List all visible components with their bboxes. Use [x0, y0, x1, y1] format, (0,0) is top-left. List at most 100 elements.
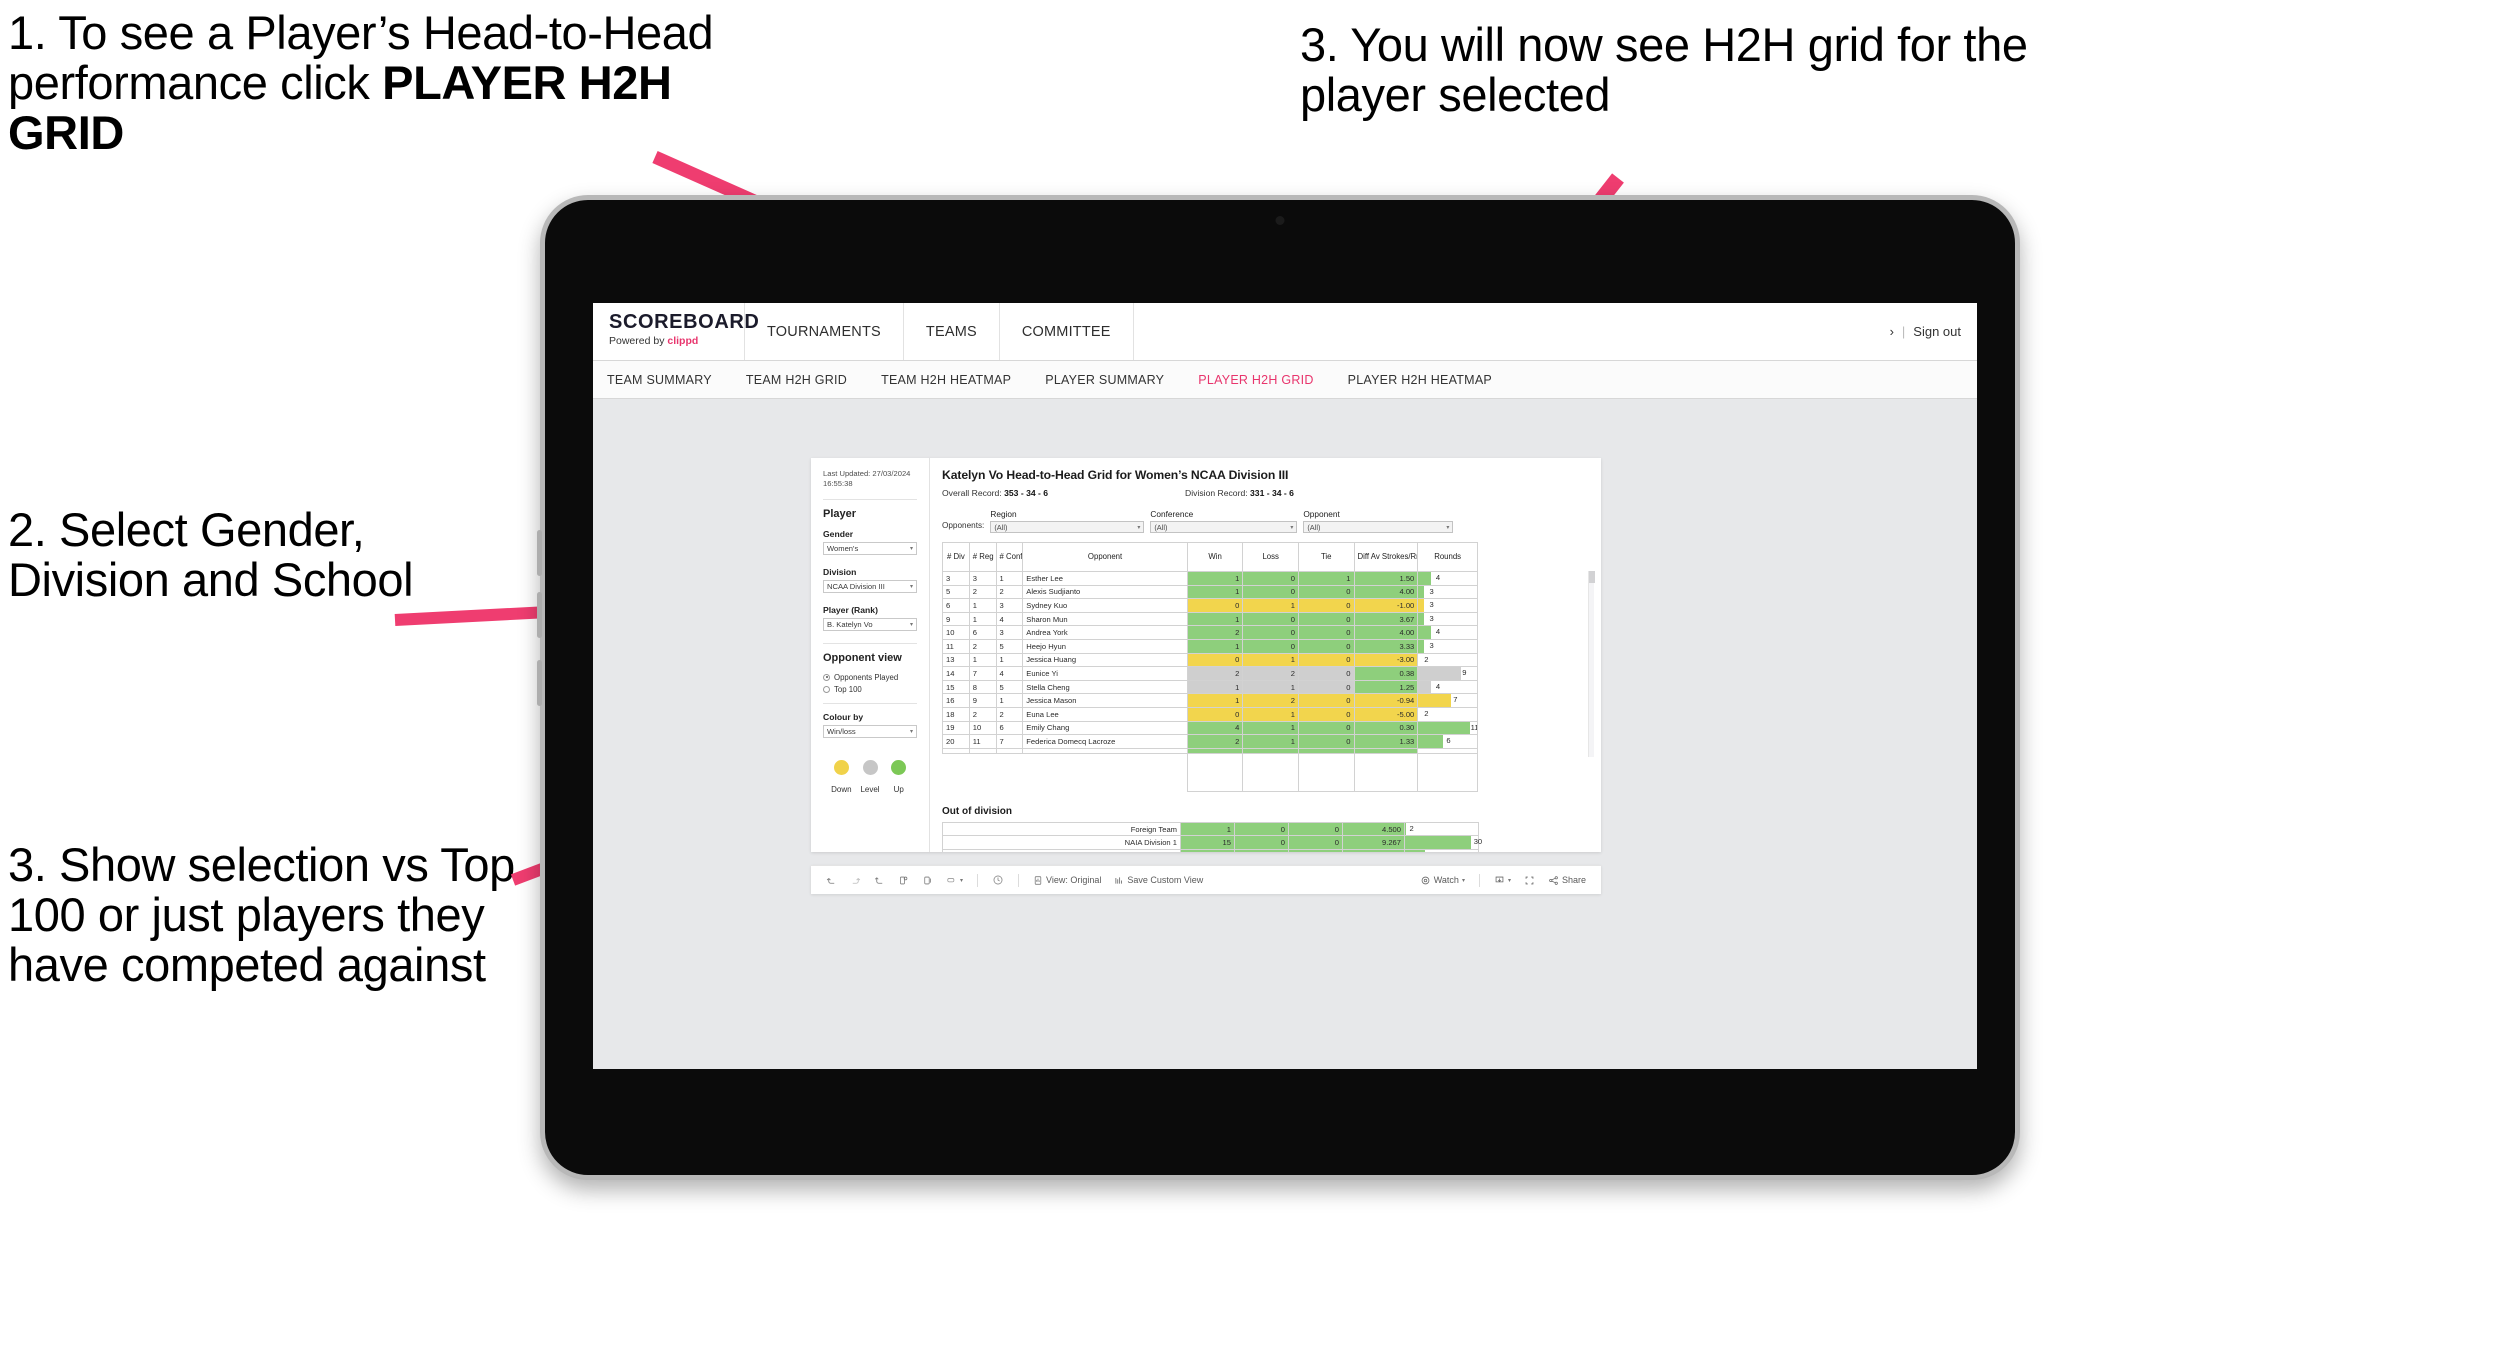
cell-tie: 0 — [1288, 848, 1343, 852]
topnav-item-teams[interactable]: TEAMS — [904, 303, 1000, 360]
undo-button[interactable] — [821, 875, 842, 886]
cell-reg: 2 — [968, 638, 997, 654]
save-custom-view-button[interactable]: Save Custom View — [1109, 875, 1208, 886]
table-row[interactable]: 16 9 1 Jessica Mason 1 2 0 -0.94 7 — [942, 693, 1478, 708]
out-of-division-row[interactable]: Foreign Team 1 0 0 4.500 2 — [942, 821, 1479, 837]
user-menu-chevron[interactable]: › — [1890, 324, 1894, 339]
col-header-div[interactable]: # Div — [942, 542, 970, 572]
colour-by-label: Colour by — [823, 711, 864, 722]
col-label-tie: Tie — [1320, 551, 1332, 561]
volume-up-button[interactable] — [537, 530, 542, 576]
opponent-filter: Opponent (All) ▾ — [1303, 509, 1454, 533]
refresh-button[interactable] — [893, 875, 914, 886]
opponent-filter-value: (All) — [1307, 522, 1321, 532]
highlight-button[interactable]: ▾ — [941, 875, 968, 886]
col-header-tie[interactable]: Tie — [1297, 542, 1355, 572]
gender-label: Gender — [823, 528, 854, 539]
col-header-conf[interactable]: # Conf — [995, 542, 1024, 572]
cell-div: 13 — [942, 652, 970, 668]
tab-team-h2h-grid[interactable]: TEAM H2H GRID — [746, 373, 867, 387]
table-row[interactable]: 14 7 4 Eunice Yi 2 2 0 0.38 9 — [942, 666, 1478, 681]
topnav-item-tournaments[interactable]: TOURNAMENTS — [745, 303, 904, 360]
radio-opponents-played[interactable]: Opponents Played — [823, 673, 917, 682]
presentation-mode-button[interactable] — [987, 874, 1009, 886]
col-header-opponent[interactable]: Opponent — [1022, 542, 1188, 572]
h2h-table-head: # Div # Reg # Conf Opponent Win Loss Tie… — [942, 542, 1478, 572]
pause-button[interactable] — [917, 875, 938, 886]
h2h-table: # Div # Reg # Conf Opponent Win Loss Tie… — [942, 542, 1478, 792]
table-row[interactable]: 18 2 2 Euna Lee 0 1 0 -5.00 2 — [942, 706, 1478, 722]
tab-player-summary[interactable]: PLAYER SUMMARY — [1045, 373, 1184, 387]
cell-div: 18 — [942, 706, 970, 722]
overall-record-label: Overall Record: — [942, 488, 1002, 498]
col-header-reg[interactable]: # Reg — [968, 542, 997, 572]
col-header-win[interactable]: Win — [1186, 542, 1244, 572]
col-header-diff[interactable]: Diff Av Strokes/Rnd — [1353, 542, 1419, 572]
table-row[interactable]: 5 2 2 Alexis Sudjianto 1 0 0 4.00 3 — [942, 584, 1478, 600]
tab-player-h2h-grid[interactable]: PLAYER H2H GRID — [1198, 373, 1333, 387]
cell-opponent: Jessica Huang — [1022, 652, 1188, 668]
annotation-2: 2. Select Gender, Division and School — [8, 503, 414, 606]
table-row[interactable]: 13 1 1 Jessica Huang 0 1 0 -3.00 2 — [942, 652, 1478, 668]
tab-player-h2h-heatmap[interactable]: PLAYER H2H HEATMAP — [1348, 373, 1512, 387]
power-button[interactable] — [537, 660, 542, 706]
region-filter: Region (All) ▾ — [990, 509, 1145, 533]
opponent-filter-select[interactable]: (All) ▾ — [1303, 521, 1454, 533]
table-row[interactable]: 10 6 3 Andrea York 2 0 0 4.00 4 — [942, 625, 1478, 640]
table-row[interactable]: 19106Emily Chang4100.3011 — [942, 720, 1478, 736]
view-original-button[interactable]: View: Original — [1028, 875, 1106, 886]
cell-loss: 0 — [1234, 821, 1289, 837]
opponent-filters: Opponents: Region (All) ▾ Conference (Al… — [942, 509, 1589, 533]
table-row[interactable]: 11 2 5 Heejo Hyun 1 0 0 3.33 3 — [942, 638, 1478, 654]
radio-top-100[interactable]: Top 100 — [823, 685, 917, 694]
watch-button[interactable]: Watch ▾ — [1415, 875, 1470, 886]
cell-loss: 2 — [1242, 666, 1299, 681]
table-vertical-scrollbar[interactable] — [1588, 571, 1595, 757]
out-of-division-row[interactable]: NAIA Division 1 15 0 0 9.267 30 — [942, 835, 1482, 850]
table-row[interactable]: 9 1 4 Sharon Mun 1 0 0 3.67 3 — [942, 611, 1478, 627]
overall-record: Overall Record: 353 - 34 - 6 — [942, 488, 1048, 498]
player-rank-select[interactable]: B. Katelyn Vo ▾ — [823, 617, 917, 631]
share-button[interactable]: Share — [1543, 875, 1591, 886]
cell-conf: 1 — [995, 571, 1024, 586]
out-of-division-row[interactable]: NCAA Division 25007.40010 — [942, 848, 1479, 852]
cell-conf: 1 — [995, 652, 1024, 668]
player-rank-label: Player (Rank) — [823, 604, 878, 615]
cell-reg: 6 — [968, 625, 997, 640]
chevron-down-icon: ▾ — [960, 877, 964, 884]
col-label-diff: Diff Av Strokes/Rnd — [1357, 551, 1417, 561]
table-row[interactable]: 3 3 1 Esther Lee 1 0 1 1.50 4 — [942, 571, 1478, 586]
table-row[interactable]: 20 11 7 Federica Domecq Lacroze 2 1 0 1.33 6 — [942, 734, 1478, 749]
cell-conf: 4 — [995, 611, 1024, 627]
filter-pane: Last Updated: 27/03/2024 16:55:38 Player… — [811, 458, 930, 852]
download-icon — [1494, 875, 1505, 886]
cell-div: 6 — [942, 598, 970, 613]
conference-filter-select[interactable]: (All) ▾ — [1150, 521, 1298, 533]
redo-button[interactable] — [845, 875, 866, 886]
viz-content: Katelyn Vo Head-to-Head Grid for Women’s… — [930, 458, 1601, 852]
colour-by-select[interactable]: Win/loss ▾ — [823, 724, 917, 738]
sign-out-link[interactable]: Sign out — [1913, 324, 1961, 339]
volume-down-button[interactable] — [537, 592, 542, 638]
topnav-item-committee[interactable]: COMMITTEE — [1000, 303, 1134, 360]
cell-diff: 7.400 — [1342, 848, 1405, 852]
cell-win: 2 — [1186, 734, 1244, 749]
download-button[interactable]: ▾ — [1489, 875, 1516, 886]
col-header-rounds[interactable]: Rounds — [1417, 542, 1478, 572]
region-filter-select[interactable]: (All) ▾ — [990, 521, 1145, 533]
gender-select[interactable]: Women's ▾ — [823, 541, 917, 555]
scrollbar-thumb[interactable] — [1589, 571, 1595, 583]
brand-logo[interactable]: SCOREBOARD Powered by clippd — [593, 303, 759, 360]
table-row[interactable]: 6 1 3 Sydney Kuo 0 1 0 -1.00 3 — [942, 598, 1478, 613]
table-row[interactable]: 15 8 5 Stella Cheng 1 1 0 1.25 4 — [942, 679, 1478, 695]
division-select[interactable]: NCAA Division III ▾ — [823, 579, 917, 593]
tab-team-h2h-heatmap[interactable]: TEAM H2H HEATMAP — [881, 373, 1031, 387]
cell-opponent: Sharon Mun — [1022, 611, 1188, 627]
revert-button[interactable] — [869, 875, 890, 886]
cell-tie: 0 — [1288, 835, 1343, 850]
tab-team-summary[interactable]: TEAM SUMMARY — [607, 373, 732, 387]
cell-win: 5 — [1180, 848, 1235, 852]
cell-diff: 1.50 — [1353, 571, 1419, 586]
fullscreen-button[interactable] — [1519, 875, 1540, 886]
col-header-loss[interactable]: Loss — [1242, 542, 1299, 572]
